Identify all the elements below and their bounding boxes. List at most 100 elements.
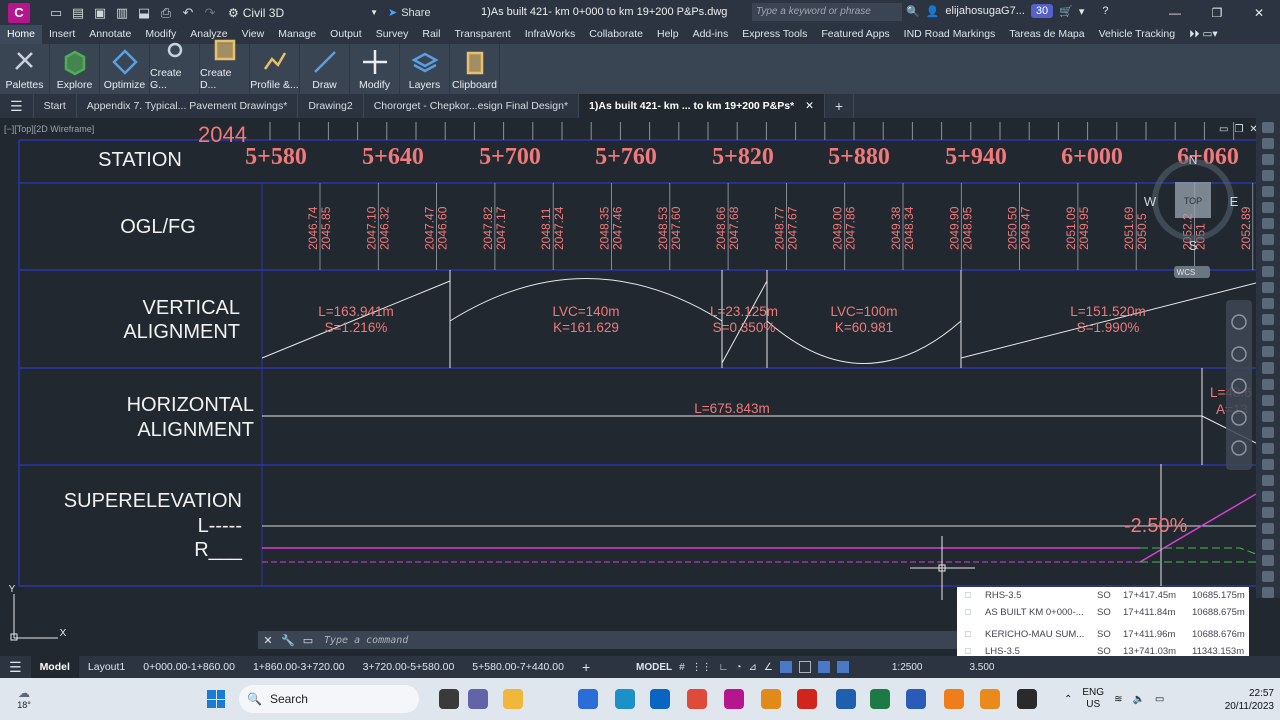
isodraft-icon[interactable]: ⊿ [749, 662, 757, 673]
store-icon[interactable] [578, 689, 598, 709]
tab-vehicle-tracking[interactable]: Vehicle Tracking [1092, 25, 1182, 44]
tool-palette-icon[interactable] [1262, 330, 1274, 342]
notification-badge[interactable]: 30 [1030, 4, 1054, 18]
wifi-icon[interactable]: ≋ [1114, 694, 1122, 705]
wrench-icon[interactable]: 🔧 [278, 634, 298, 647]
undo-icon[interactable]: ↶ [180, 5, 196, 21]
ribbon-button-explore[interactable]: Explore [50, 44, 100, 94]
tool-palette-icon[interactable] [1262, 186, 1274, 198]
web-icon[interactable]: ⬓ [136, 5, 152, 21]
outlook-icon[interactable] [650, 689, 670, 709]
help-icon[interactable]: ? [1102, 5, 1108, 17]
app-icon[interactable] [980, 689, 1000, 709]
annotation-visibility-toggle[interactable] [836, 661, 849, 673]
maximize-icon[interactable]: ❐ [1196, 0, 1238, 25]
new-tab-button[interactable]: + [825, 94, 855, 118]
add-layout-button[interactable]: + [573, 656, 599, 678]
tab-document-3[interactable]: Chororget - Chepkor...esign Final Design… [364, 94, 580, 118]
tool-palette-icon[interactable] [1262, 154, 1274, 166]
new-icon[interactable]: ▭ [48, 5, 64, 21]
cart-icon[interactable]: 🛒 [1059, 5, 1073, 18]
clock[interactable]: 22:57 20/11/2023 [1218, 687, 1274, 713]
viewport-label[interactable]: [−][Top][2D Wireframe] [4, 124, 94, 134]
tool-palette-icon[interactable] [1262, 122, 1274, 134]
viewport-restore-icon[interactable]: ❐ [1234, 124, 1243, 135]
tab-document-2[interactable]: Drawing2 [298, 94, 364, 118]
tab-insert[interactable]: Insert [42, 25, 82, 44]
speaker-icon[interactable]: 🔈 [1132, 694, 1144, 705]
ribbon-button-modify[interactable]: Modify [350, 44, 400, 94]
share-button[interactable]: ➤ Share [388, 6, 431, 20]
annotation-scale[interactable]: 1:2500 [892, 662, 923, 673]
chrome-icon[interactable] [687, 689, 707, 709]
vlc-icon[interactable] [944, 689, 964, 709]
print-icon[interactable]: ⎙ [158, 5, 174, 21]
tool-palette-icon[interactable] [1262, 522, 1274, 534]
tool-palette-icon[interactable] [1262, 138, 1274, 150]
windows-start-icon[interactable] [207, 690, 225, 708]
user-icon[interactable]: 👤 [926, 5, 940, 18]
layout-tab-3[interactable]: 1+860.00-3+720.00 [244, 656, 354, 678]
tool-palette-icon[interactable] [1262, 298, 1274, 310]
close-icon[interactable]: ✕ [1238, 0, 1280, 25]
close-tab-icon[interactable]: ✕ [805, 100, 814, 112]
excel-icon[interactable] [870, 689, 890, 709]
ribbon-button-optimize[interactable]: Optimize [100, 44, 150, 94]
ribbon-button-profile[interactable]: Profile &... [250, 44, 300, 94]
ribbon-button-create-design[interactable]: Create D... [200, 39, 250, 94]
ribbon-button-layers[interactable]: Layers [400, 44, 450, 94]
tab-survey[interactable]: Survey [369, 25, 416, 44]
drawing-canvas[interactable]: STATION OGL/FG VERTICAL ALIGNMENT HORIZONTAL… [0, 118, 1280, 656]
tab-infraworks[interactable]: InfraWorks [518, 25, 583, 44]
tool-palette-icon[interactable] [1262, 410, 1274, 422]
tool-palette-icon[interactable] [1262, 362, 1274, 374]
tool-palette-icon[interactable] [1262, 490, 1274, 502]
viewport-minimize-icon[interactable]: ▭ [1219, 124, 1228, 135]
tool-palette-icon[interactable] [1262, 506, 1274, 518]
osnap-toggle[interactable] [779, 661, 792, 673]
tool-palette-icon[interactable] [1262, 586, 1274, 598]
tool-palette-icon[interactable] [1262, 314, 1274, 326]
layout-tab-4[interactable]: 3+720.00-5+580.00 [354, 656, 464, 678]
object-snap-tracking-icon[interactable]: ∠ [764, 662, 773, 673]
popup-row[interactable]: □ RHS-3.5 SO 17+417.45m 10685.175m [957, 587, 1249, 604]
tab-rail[interactable]: Rail [415, 25, 447, 44]
lineweight-toggle[interactable] [798, 661, 811, 673]
tool-palette-icon[interactable] [1262, 442, 1274, 454]
grid-icon[interactable]: # [679, 662, 685, 673]
status-value[interactable]: 3.500 [969, 662, 994, 673]
tab-output[interactable]: Output [323, 25, 369, 44]
tab-collaborate[interactable]: Collaborate [582, 25, 650, 44]
close-command-icon[interactable]: ✕ [258, 634, 278, 647]
workspace-select[interactable]: ⚙ Civil 3D ▼ [228, 4, 378, 22]
drop-icon[interactable] [836, 689, 856, 709]
tool-palette-icon[interactable] [1262, 202, 1274, 214]
tab-add-ins[interactable]: Add-ins [686, 25, 736, 44]
command-input[interactable]: Type a command [324, 635, 408, 646]
tool-palette-icon[interactable] [1262, 458, 1274, 470]
minimize-icon[interactable]: — [1154, 0, 1196, 25]
edge-icon[interactable] [615, 689, 635, 709]
tool-palette-icon[interactable] [1262, 426, 1274, 438]
tool-palette-icon[interactable] [1262, 346, 1274, 358]
user-name[interactable]: elijahosugaG7... [945, 5, 1025, 17]
weather-widget[interactable]: ☁ 18° [14, 686, 34, 710]
tab-transparent[interactable]: Transparent [447, 25, 517, 44]
tab-express-tools[interactable]: Express Tools [735, 25, 814, 44]
ribbon-button-draw[interactable]: Draw [300, 44, 350, 94]
app-logo[interactable]: C [8, 2, 30, 23]
model-space-toggle[interactable]: MODEL [636, 662, 672, 673]
redo-icon[interactable]: ↷ [202, 5, 218, 21]
battery-icon[interactable]: ▭ [1155, 694, 1164, 705]
tool-palette-icon[interactable] [1262, 266, 1274, 278]
tab-view[interactable]: View [235, 25, 272, 44]
dynamic-ucs-toggle[interactable] [817, 661, 830, 673]
tool-palette-icon[interactable] [1262, 554, 1274, 566]
tab-help[interactable]: Help [650, 25, 686, 44]
save-icon[interactable]: ▣ [92, 5, 108, 21]
tool-palette-icon[interactable] [1262, 570, 1274, 582]
tab-document-active[interactable]: 1)As built 421- km ... to km 19+200 P&Ps… [579, 94, 825, 118]
ribbon-button-palettes[interactable]: Palettes [0, 44, 50, 94]
save-as-icon[interactable]: ▥ [114, 5, 130, 21]
ribbon-button-create-grading[interactable]: Create G... [150, 42, 200, 94]
